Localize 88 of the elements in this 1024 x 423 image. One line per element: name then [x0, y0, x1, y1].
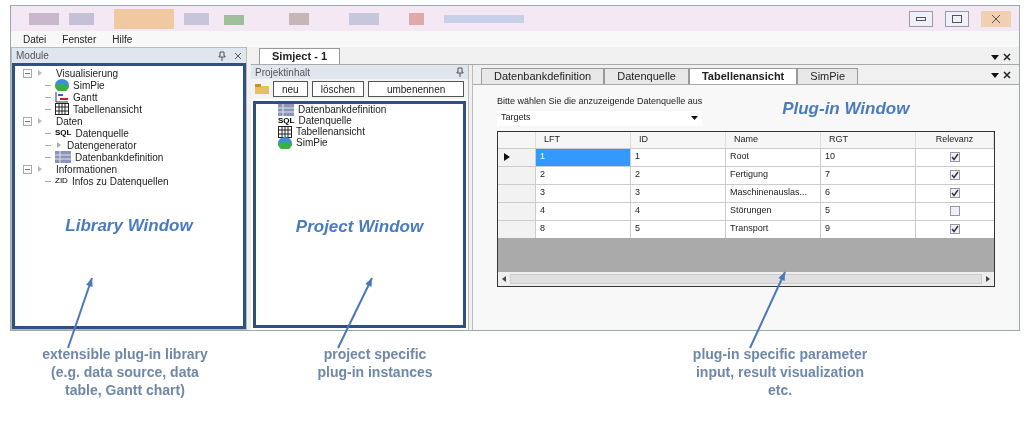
table-cell: Root — [726, 148, 821, 166]
triangle-icon — [36, 165, 44, 173]
row-header[interactable] — [498, 148, 536, 166]
sql-icon: SQL — [55, 127, 72, 139]
table-cell: 1 — [631, 148, 726, 166]
window-caption: Project Window — [295, 216, 424, 238]
panel-title: Projektinhalt — [255, 65, 312, 80]
caption-text: plug-in specific parameter input, result visualization etc. — [692, 345, 868, 399]
column-header[interactable]: Relevanz — [916, 131, 994, 148]
database-table-icon — [55, 151, 71, 163]
table-cell: Transport — [726, 220, 821, 238]
grid-icon — [55, 103, 69, 115]
minimize-button[interactable] — [909, 10, 933, 27]
panel-title: Module — [16, 49, 50, 63]
close-icon — [991, 13, 1001, 24]
source-dropdown[interactable]: Targets — [497, 110, 702, 126]
table-cell: 7 — [821, 166, 916, 184]
table-cell: Maschinenauslas... — [726, 184, 821, 202]
table-cell: 10 — [821, 148, 916, 166]
database-table-icon — [278, 103, 294, 116]
triangle-icon — [36, 69, 44, 77]
collapse-toggle[interactable] — [23, 164, 32, 174]
toolbar-button[interactable]: umbenennen — [368, 81, 464, 97]
close-icon[interactable] — [234, 51, 242, 60]
relevance-checkbox[interactable] — [950, 170, 960, 180]
toolbar-button[interactable]: löschen — [311, 81, 365, 97]
table-cell: 1 — [536, 148, 631, 166]
table-cell: 2 — [536, 166, 631, 184]
table-cell: 4 — [631, 202, 726, 220]
dropdown-icon[interactable] — [991, 73, 999, 78]
caption-text: extensible plug-in library (e.g. data source, data table, Gantt chart) — [42, 345, 208, 399]
relevance-checkbox[interactable] — [950, 224, 960, 234]
table-cell: 6 — [821, 184, 916, 202]
pointer-arrow — [67, 277, 93, 349]
source-prompt: Bitte wählen Sie die anzuzeigende Datenquelle aus — [497, 95, 703, 108]
horizontal-scrollbar[interactable] — [498, 271, 994, 286]
menu-item[interactable]: Hilfe — [112, 31, 133, 47]
document-tab[interactable]: Simject - 1 — [259, 48, 341, 64]
table-cell: 2 — [631, 166, 726, 184]
sql-icon: SQL — [278, 114, 295, 127]
plugin-tab[interactable]: Datenbankdefinition — [481, 68, 605, 84]
window-caption: Library Window — [65, 215, 193, 237]
plugin-tab[interactable]: Tabellenansicht — [688, 68, 798, 84]
collapse-toggle[interactable] — [23, 68, 32, 78]
pin-icon[interactable] — [456, 67, 464, 77]
globe-icon — [278, 136, 292, 149]
close-button[interactable] — [981, 10, 1011, 27]
caption-text: project specific plug-in instances — [317, 345, 433, 381]
table-cell: 5 — [631, 220, 726, 238]
menu-item[interactable]: Datei — [23, 31, 47, 47]
column-header[interactable]: Name — [726, 131, 821, 148]
grid-icon — [278, 125, 292, 138]
globe-icon — [55, 79, 69, 91]
scroll-left-icon[interactable] — [502, 275, 506, 282]
close-icon[interactable] — [1003, 53, 1011, 61]
relevance-checkbox[interactable] — [950, 188, 960, 198]
triangle-icon — [36, 117, 44, 125]
toolbar-button[interactable]: neu — [273, 81, 308, 97]
column-header[interactable]: RGT — [821, 131, 916, 148]
folder-icon[interactable] — [255, 84, 269, 94]
table-cell: 9 — [821, 220, 916, 238]
triangle-icon — [55, 141, 63, 149]
pin-icon[interactable] — [218, 50, 226, 61]
current-row-icon — [504, 153, 510, 161]
collapse-toggle[interactable] — [23, 116, 32, 126]
scroll-right-icon[interactable] — [986, 275, 990, 282]
table-cell: 8 — [536, 220, 631, 238]
column-header[interactable]: LFT — [536, 131, 631, 148]
table-cell: 3 — [631, 184, 726, 202]
table-cell: 4 — [536, 202, 631, 220]
table-cell: 5 — [821, 202, 916, 220]
caret-icon — [691, 116, 698, 120]
gantt-icon — [55, 91, 69, 103]
dropdown-icon[interactable] — [991, 55, 999, 60]
window-caption: Plug-in Window — [782, 98, 910, 120]
column-header[interactable]: ID — [631, 131, 726, 148]
plugin-tab[interactable]: SimPie — [797, 68, 859, 84]
relevance-checkbox[interactable] — [950, 206, 960, 216]
close-icon[interactable] — [1003, 71, 1011, 79]
pointer-arrow — [337, 277, 373, 349]
menu-item[interactable]: Fenster — [62, 31, 97, 47]
table-cell: 3 — [536, 184, 631, 202]
table-cell: Fertigung — [726, 166, 821, 184]
maximize-button[interactable] — [945, 10, 969, 27]
plugin-tab[interactable]: Datenquelle — [604, 68, 689, 84]
zid-icon: ZID — [55, 175, 68, 187]
table-cell: Störungen — [726, 202, 821, 220]
relevance-checkbox[interactable] — [950, 152, 960, 162]
